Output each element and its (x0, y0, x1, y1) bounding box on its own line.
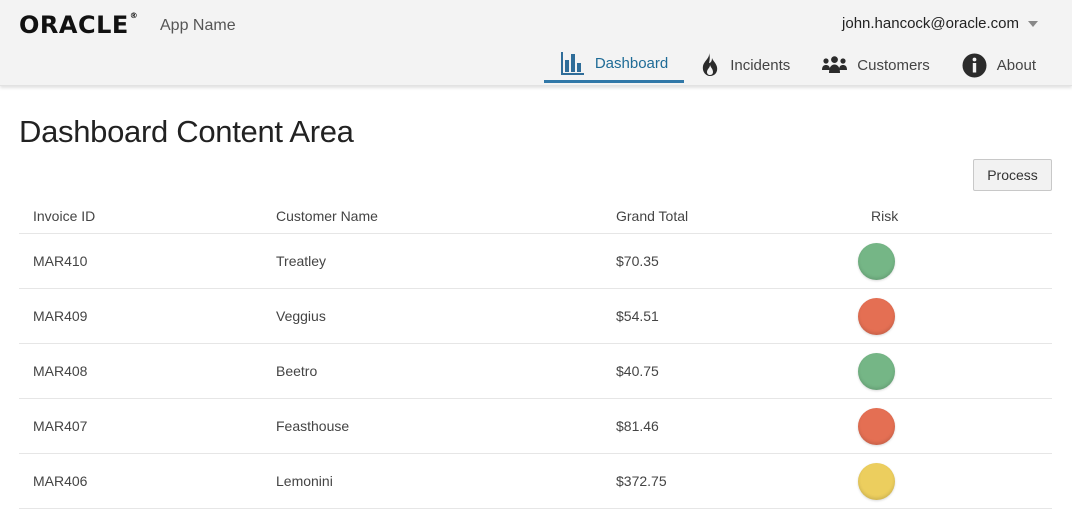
invoice-id-cell: MAR409 (19, 288, 262, 344)
nav-item-customers[interactable]: Customers (806, 47, 946, 83)
nav-item-dashboard[interactable]: Dashboard (543, 47, 685, 83)
customer-name-cell: Treatley (262, 233, 602, 289)
toolbar: Process (19, 159, 1052, 191)
grand-total-cell: $81.46 (602, 398, 857, 454)
app-header: ORACLE® App Name john.hancock@oracle.com… (0, 0, 1072, 86)
page-title: Dashboard Content Area (19, 114, 354, 149)
nav-label-customers: Customers (857, 56, 930, 74)
risk-cell (857, 233, 1052, 289)
risk-indicator (858, 242, 895, 280)
table-row[interactable]: MAR407 Feasthouse $81.46 (19, 398, 1052, 454)
customer-name-cell: Veggius (262, 288, 602, 344)
risk-indicator (858, 462, 895, 500)
customer-name-cell: Lemonini (262, 453, 602, 509)
logo-registered-mark: ® (129, 11, 139, 20)
nav-item-incidents[interactable]: Incidents (684, 47, 806, 83)
nav-label-dashboard: Dashboard (594, 55, 669, 72)
logo-text: ORACLE (19, 11, 129, 39)
invoice-table: Invoice ID Customer Name Grand Total Ris… (19, 199, 1052, 509)
main-content: Dashboard Content Area Process Invoice I… (0, 86, 1072, 509)
chevron-down-icon (1028, 21, 1038, 28)
risk-cell (857, 288, 1052, 344)
column-header-customer-name[interactable]: Customer Name (262, 199, 602, 234)
column-header-invoice-id[interactable]: Invoice ID (19, 199, 262, 234)
process-button[interactable]: Process (973, 159, 1052, 191)
grand-total-cell: $54.51 (602, 288, 857, 344)
column-header-risk[interactable]: Risk (857, 199, 1052, 234)
table-row[interactable]: MAR406 Lemonini $372.75 (19, 453, 1052, 509)
grand-total-cell: $40.75 (602, 343, 857, 399)
user-menu[interactable]: john.hancock@oracle.com (842, 15, 1038, 32)
user-email: john.hancock@oracle.com (842, 15, 1019, 32)
table-row[interactable]: MAR408 Beetro $40.75 (19, 343, 1052, 399)
bar-chart-icon (560, 51, 585, 76)
grand-total-cell: $372.75 (602, 453, 857, 509)
app-name: App Name (160, 17, 236, 34)
fire-icon (700, 53, 720, 77)
customer-name-cell: Feasthouse (262, 398, 602, 454)
table-row[interactable]: MAR410 Treatley $70.35 (19, 233, 1052, 289)
people-icon (822, 56, 848, 74)
grand-total-cell: $70.35 (602, 233, 857, 289)
nav-label-incidents: Incidents (730, 56, 791, 74)
invoice-id-cell: MAR406 (19, 453, 262, 509)
table-row[interactable]: MAR409 Veggius $54.51 (19, 288, 1052, 344)
risk-indicator (858, 352, 895, 390)
oracle-logo[interactable]: ORACLE® (19, 11, 138, 39)
table-header-row: Invoice ID Customer Name Grand Total Ris… (19, 199, 1052, 234)
main-nav: Dashboard Incidents Customers About (543, 47, 1052, 84)
invoice-id-cell: MAR407 (19, 398, 262, 454)
nav-label-about: About (996, 56, 1036, 74)
invoice-id-cell: MAR410 (19, 233, 262, 289)
risk-indicator (858, 407, 895, 445)
column-header-grand-total[interactable]: Grand Total (602, 199, 857, 234)
nav-item-about[interactable]: About (946, 47, 1052, 83)
risk-cell (857, 453, 1052, 509)
customer-name-cell: Beetro (262, 343, 602, 399)
info-icon (962, 53, 987, 78)
risk-indicator (858, 297, 895, 335)
invoice-id-cell: MAR408 (19, 343, 262, 399)
risk-cell (857, 398, 1052, 454)
risk-cell (857, 343, 1052, 399)
